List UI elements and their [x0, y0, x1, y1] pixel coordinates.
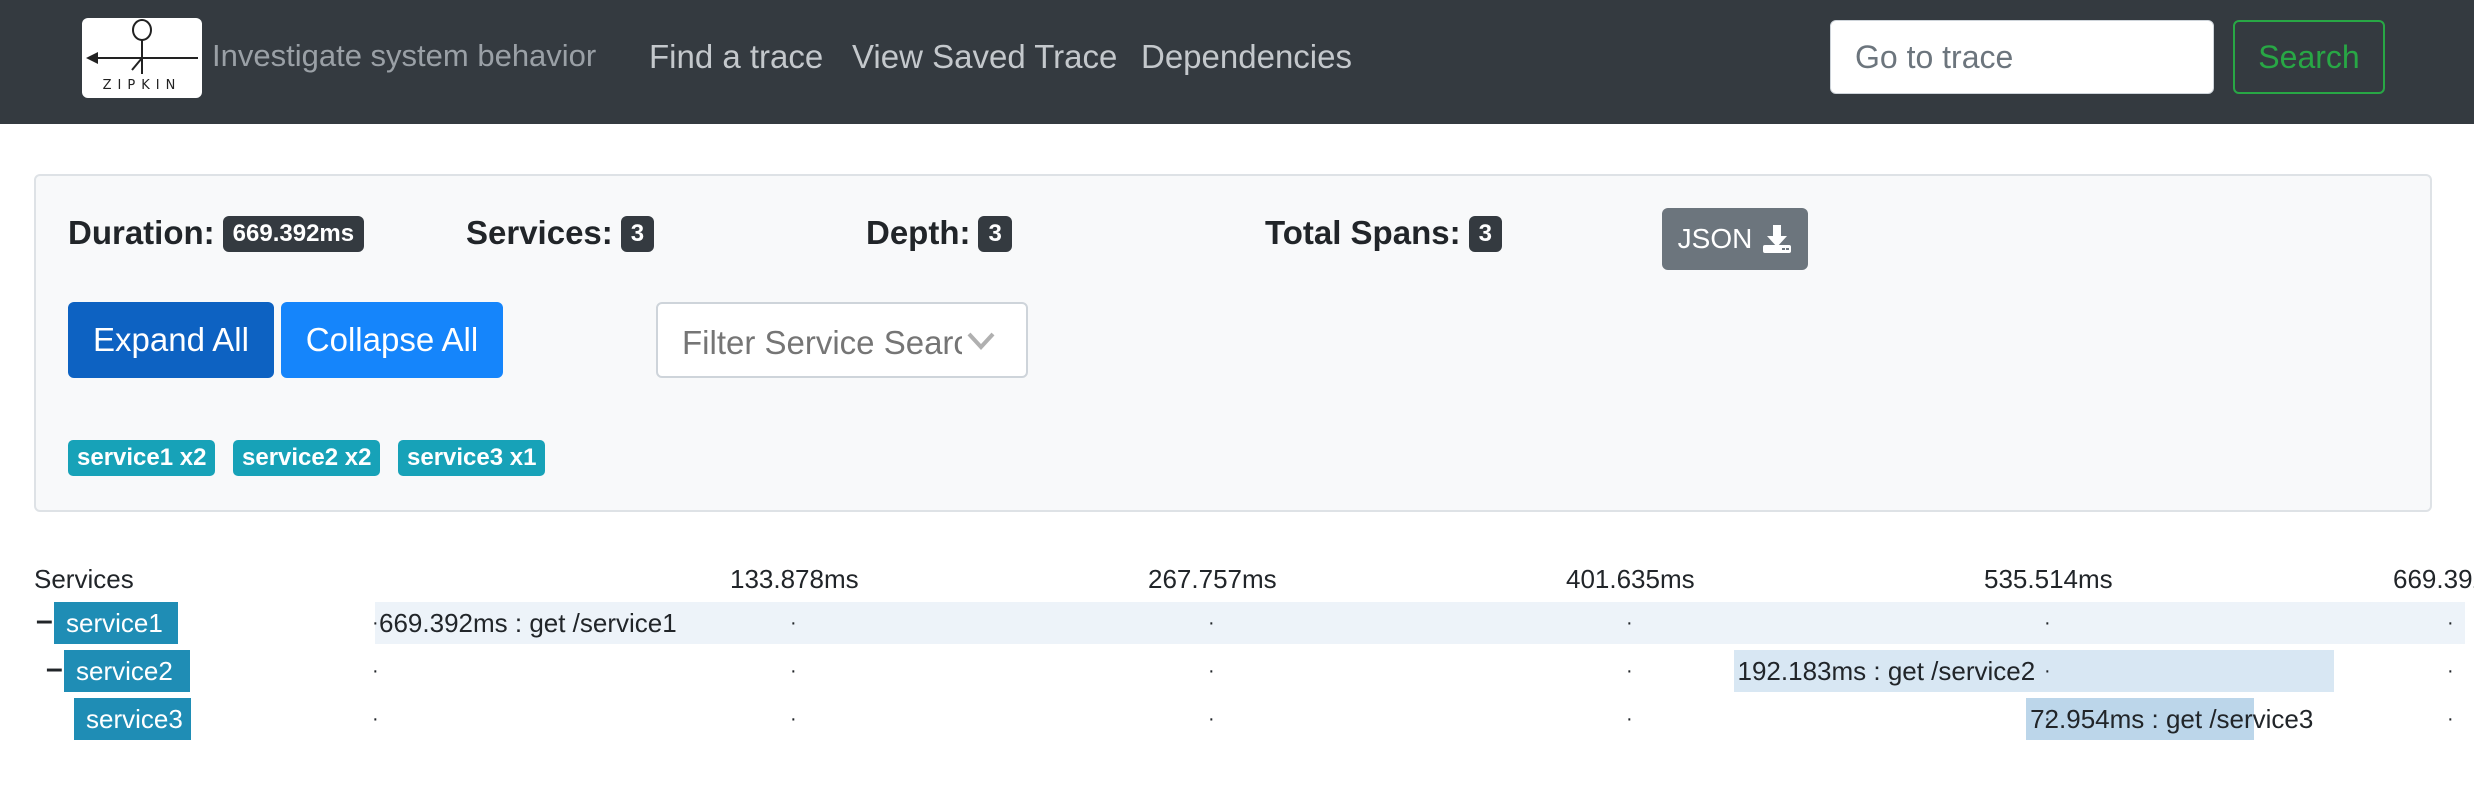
collapse-toggle-service2[interactable]: – [46, 652, 63, 686]
tick-dot: · [2044, 612, 2051, 634]
collapse-toggle-service1[interactable]: – [36, 604, 53, 638]
collapse-all-button[interactable]: Collapse All [281, 302, 503, 378]
span-bar-service1[interactable] [375, 602, 2465, 644]
service-label-service2[interactable]: service2 [64, 650, 190, 692]
tick-label: 401.635ms [1565, 564, 1695, 594]
duration-stat: Duration: 669.392ms [68, 214, 365, 252]
filter-placeholder: Filter Service Search [682, 324, 962, 361]
tick-dot: · [1208, 708, 1215, 730]
tick-dot: · [789, 660, 797, 682]
tagline: Investigate system behavior [212, 38, 597, 73]
nav-find-trace[interactable]: Find a trace [649, 38, 823, 76]
service-tag-service2[interactable]: service2 x2 [233, 440, 381, 476]
nav-view-saved-trace[interactable]: View Saved Trace [852, 38, 1117, 76]
zipkin-logo[interactable]: ZIPKIN [82, 18, 202, 98]
total-spans-stat: Total Spans: 3 [1265, 214, 1502, 252]
json-button-label: JSON [1677, 223, 1753, 254]
span-label-service1: 669.392ms : get /service1 [379, 608, 677, 638]
service-label-service1[interactable]: service1 [54, 602, 178, 644]
tick-dot: · [789, 612, 797, 634]
tick-dot: · [1208, 612, 1215, 634]
tick-dot: · [372, 612, 379, 634]
service-tag-service1[interactable]: service1 x2 [68, 440, 216, 476]
tick-dot: · [1625, 612, 1633, 634]
filter-service-select[interactable]: Filter Service Search [656, 302, 1028, 378]
json-download-button[interactable]: JSON [1662, 208, 1808, 270]
tick-dot: · [2447, 708, 2454, 730]
trace-summary-panel: Duration: 669.392ms Services: 3 Depth: 3 To… [34, 174, 2432, 512]
tick-label: 133.878ms [729, 564, 859, 594]
depth-badge: 3 [978, 216, 1012, 252]
tick-dot: · [789, 708, 797, 730]
duration-label: Duration: [68, 214, 215, 251]
tick-label: 535.514ms [1984, 564, 2113, 594]
tick-dot: · [2044, 660, 2051, 682]
depth-label: Depth: [866, 214, 971, 251]
service-tag-service3[interactable]: service3 x1 [398, 440, 546, 476]
duration-badge: 669.392ms [222, 216, 365, 252]
services-badge: 3 [620, 216, 655, 252]
tick-label: 267.757ms [1148, 564, 1277, 594]
navbar: ZIPKIN Investigate system behavior Find … [0, 0, 2474, 124]
chevron-down-icon [967, 332, 995, 350]
services-stat: Services: 3 [466, 214, 655, 252]
expand-all-button[interactable]: Expand All [68, 302, 274, 378]
go-to-trace-input[interactable] [1830, 20, 2214, 94]
tick-dot: · [1208, 660, 1215, 682]
services-label: Services: [466, 214, 613, 251]
tick-dot: · [372, 660, 379, 682]
tick-dot: · [2447, 612, 2454, 634]
span-label-service2: 192.183ms : get /service2 [1737, 656, 2036, 686]
services-column-header: Services [34, 564, 134, 594]
tick-dot: · [2447, 660, 2454, 682]
logo-text: ZIPKIN [102, 78, 182, 93]
total-spans-badge: 3 [1468, 216, 1502, 252]
tick-dot: · [372, 708, 379, 730]
total-spans-label: Total Spans: [1265, 214, 1461, 251]
tick-dot: · [1625, 708, 1633, 730]
span-label-service3: 72.954ms : get /service3 [2030, 704, 2314, 734]
search-button[interactable]: Search [2233, 20, 2385, 94]
tick-label: 669.392ms [2393, 564, 2474, 594]
depth-stat: Depth: 3 [866, 214, 1012, 252]
service-label-service3[interactable]: service3 [74, 698, 191, 740]
nav-dependencies[interactable]: Dependencies [1141, 38, 1352, 76]
download-icon [1763, 225, 1792, 253]
tick-dot: · [1625, 660, 1633, 682]
